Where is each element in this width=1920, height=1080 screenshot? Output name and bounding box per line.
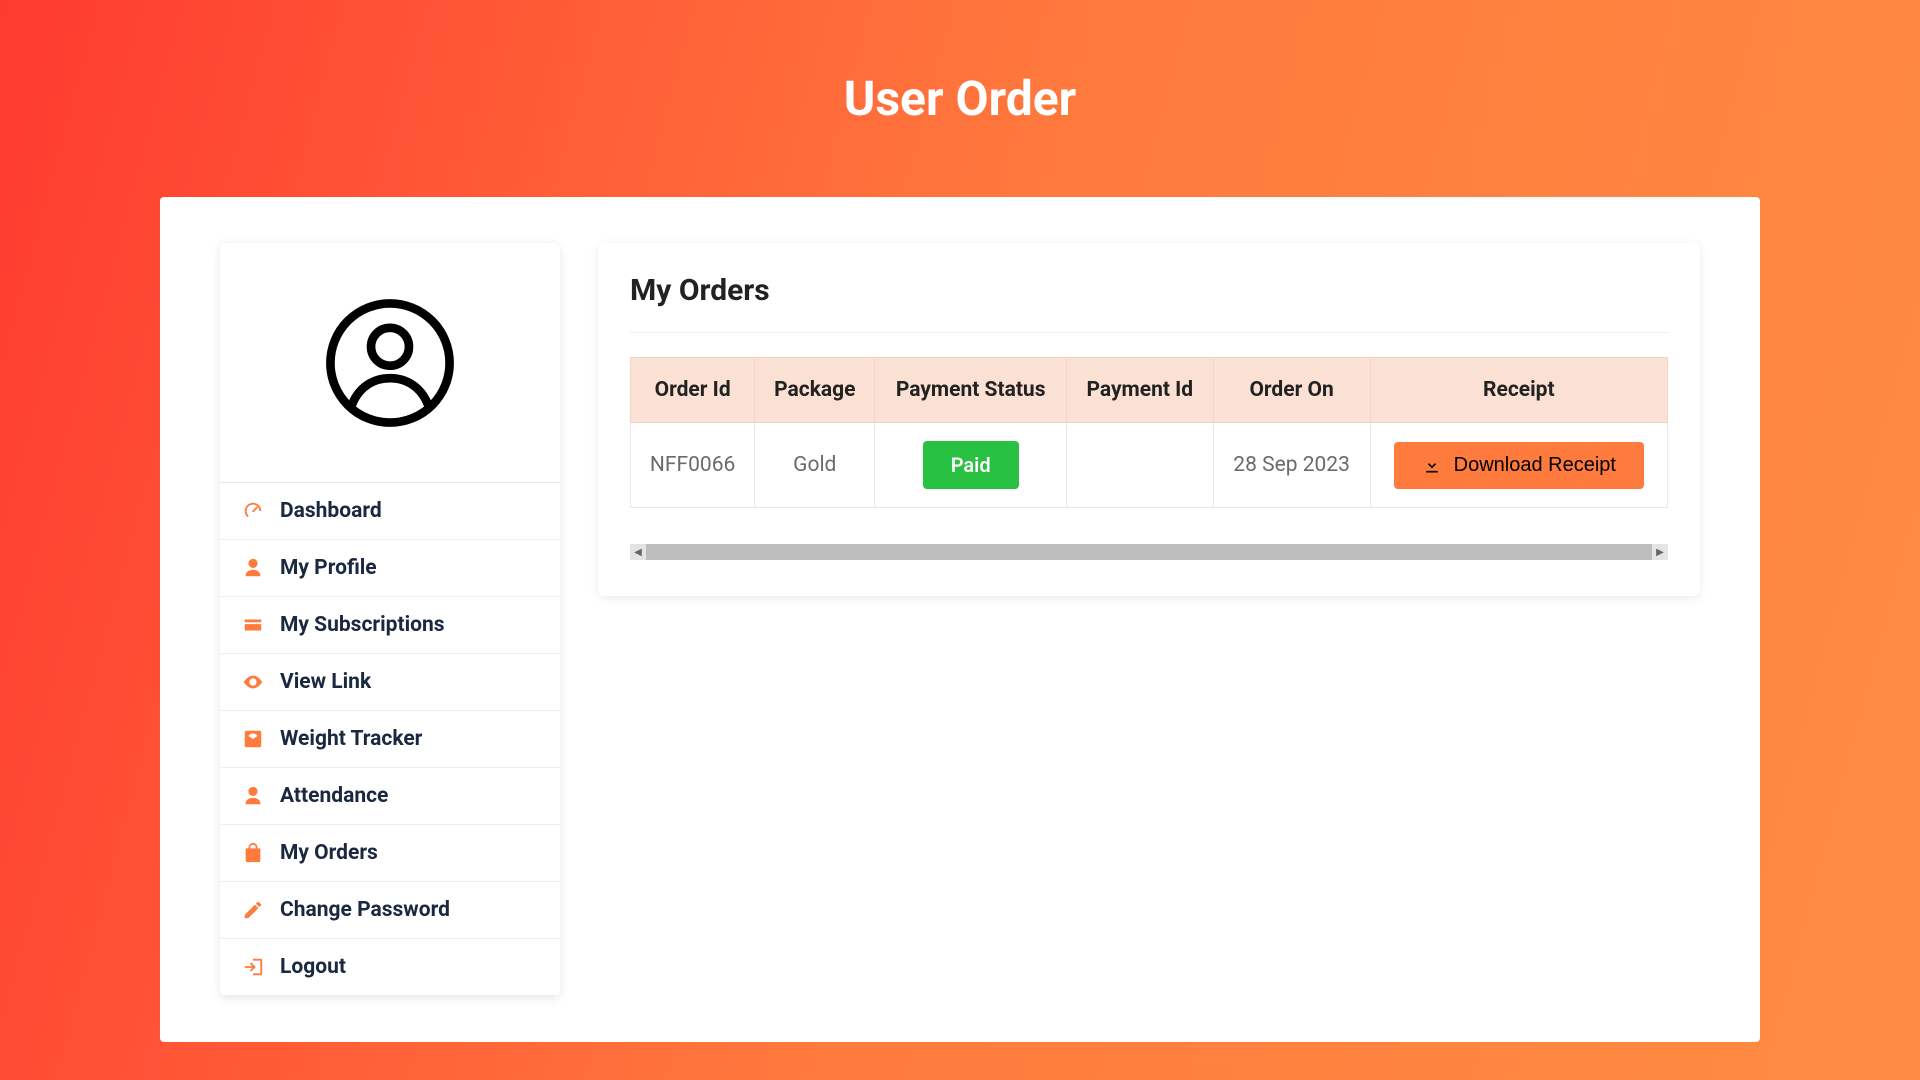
content: My Orders Order Id Package Payment Statu…: [598, 243, 1700, 996]
sidebar-item-orders[interactable]: My Orders: [220, 825, 560, 882]
sidebar-item-attendance[interactable]: Attendance: [220, 768, 560, 825]
sidebar-item-label: Change Password: [280, 898, 450, 922]
sidebar-item-label: View Link: [280, 670, 371, 694]
orders-table-scroll[interactable]: Order Id Package Payment Status Payment …: [630, 357, 1668, 508]
bag-icon: [242, 842, 264, 864]
cell-payment-id: [1067, 423, 1214, 508]
cell-payment-status: Paid: [875, 423, 1067, 508]
scale-icon: [242, 728, 264, 750]
sidebar-item-dashboard[interactable]: Dashboard: [220, 483, 560, 540]
sidebar-item-logout[interactable]: Logout: [220, 939, 560, 996]
download-receipt-button[interactable]: Download Receipt: [1394, 442, 1644, 489]
table-row: NFF0066 Gold Paid 28 Sep 2023 Download R…: [631, 423, 1668, 508]
cell-order-on: 28 Sep 2023: [1213, 423, 1370, 508]
status-badge: Paid: [923, 441, 1019, 489]
avatar: [220, 243, 560, 483]
scroll-left-arrow-icon[interactable]: ◀: [630, 544, 646, 560]
gauge-icon: [242, 500, 264, 522]
sidebar-item-label: Dashboard: [280, 499, 382, 523]
col-package: Package: [755, 358, 875, 423]
col-payment-id: Payment Id: [1067, 358, 1214, 423]
sidebar-item-profile[interactable]: My Profile: [220, 540, 560, 597]
col-order-on: Order On: [1213, 358, 1370, 423]
sidebar: Dashboard My Profile My Subscriptions Vi…: [220, 243, 560, 996]
page-title: User Order: [0, 0, 1920, 127]
card-icon: [242, 614, 264, 636]
main-panel: Dashboard My Profile My Subscriptions Vi…: [160, 197, 1760, 1042]
eye-icon: [242, 671, 264, 693]
sidebar-nav: Dashboard My Profile My Subscriptions Vi…: [220, 483, 560, 996]
col-order-id: Order Id: [631, 358, 755, 423]
download-receipt-label: Download Receipt: [1454, 454, 1616, 477]
cell-package: Gold: [755, 423, 875, 508]
sidebar-item-change-password[interactable]: Change Password: [220, 882, 560, 939]
orders-table: Order Id Package Payment Status Payment …: [630, 357, 1668, 508]
cell-receipt: Download Receipt: [1370, 423, 1667, 508]
sidebar-item-view-link[interactable]: View Link: [220, 654, 560, 711]
col-receipt: Receipt: [1370, 358, 1667, 423]
user-icon: [242, 557, 264, 579]
sidebar-item-subscriptions[interactable]: My Subscriptions: [220, 597, 560, 654]
sidebar-item-label: My Orders: [280, 841, 378, 865]
sidebar-item-weight-tracker[interactable]: Weight Tracker: [220, 711, 560, 768]
sidebar-item-label: My Subscriptions: [280, 613, 445, 637]
download-icon: [1422, 455, 1442, 475]
orders-card: My Orders Order Id Package Payment Statu…: [598, 243, 1700, 596]
sidebar-item-label: Logout: [280, 955, 346, 979]
horizontal-scrollbar[interactable]: ◀ ▶: [630, 544, 1668, 560]
pencil-icon: [242, 899, 264, 921]
logout-icon: [242, 956, 264, 978]
cell-order-id: NFF0066: [631, 423, 755, 508]
orders-header-row: Order Id Package Payment Status Payment …: [631, 358, 1668, 423]
user-avatar-icon: [325, 298, 455, 428]
orders-title: My Orders: [630, 273, 1668, 333]
sidebar-item-label: My Profile: [280, 556, 377, 580]
col-payment-status: Payment Status: [875, 358, 1067, 423]
user-icon: [242, 785, 264, 807]
sidebar-item-label: Attendance: [280, 784, 388, 808]
scroll-right-arrow-icon[interactable]: ▶: [1652, 544, 1668, 560]
sidebar-item-label: Weight Tracker: [280, 727, 422, 751]
